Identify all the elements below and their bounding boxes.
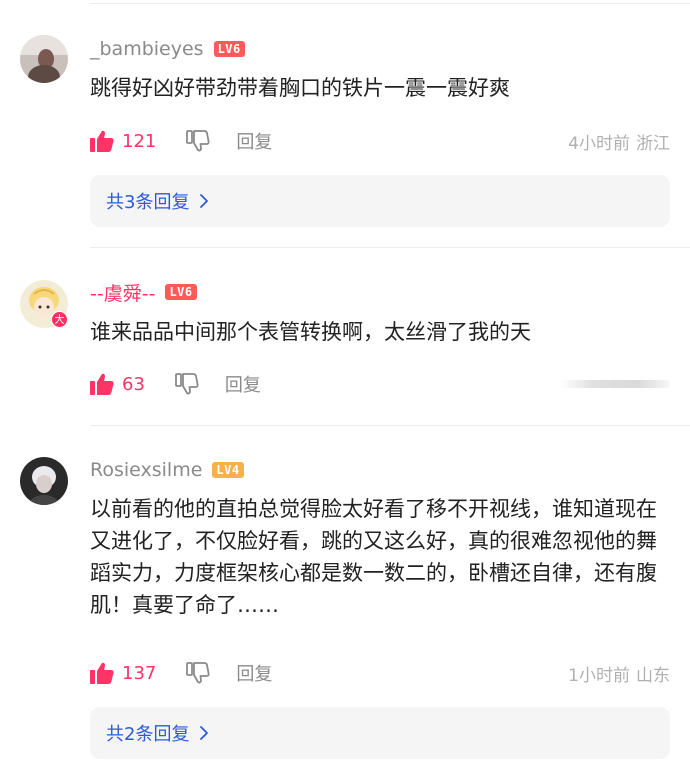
blurred-meta [560,380,670,388]
replies-count-label: 共2条回复 [106,724,190,745]
timestamp: 4小时前 [568,133,630,154]
chevron-right-icon [199,193,209,209]
thumbs-down-icon[interactable] [175,373,199,395]
thumbs-up-icon[interactable] [90,373,114,395]
thumbs-up-icon[interactable] [90,662,114,684]
username[interactable]: _bambieyes [90,38,204,60]
username[interactable]: Rosiexsilme [90,459,202,481]
location: 山东 [636,665,670,686]
level-badge: LV6 [165,284,197,300]
comment-meta: 4小时前 浙江 [568,129,670,154]
divider [90,3,690,4]
timestamp: 1小时前 [568,665,630,686]
action-row: 121 回复 4小时前 浙江 [90,126,670,156]
reply-button[interactable]: 回复 [225,371,261,397]
comment-meta: 1小时前 山东 [568,661,670,686]
level-badge: LV6 [213,41,245,57]
divider [90,425,690,426]
comment-list: _bambieyes LV6 跳得好凶好带劲带着胸口的铁片一震一震好爽 121 [0,0,690,771]
user-row: _bambieyes LV6 [90,36,245,62]
reply-button[interactable]: 回复 [236,128,272,154]
view-replies-button[interactable]: 共3条回复 [90,175,670,227]
user-row: --虞舜-- LV6 [90,279,197,305]
like-count: 121 [122,130,157,152]
user-row: Rosiexsilme LV4 [90,457,244,483]
like-button[interactable]: 121 [90,130,156,152]
username[interactable]: --虞舜-- [90,279,155,306]
like-button[interactable]: 63 [90,373,145,395]
avatar-badge: 大 [51,311,68,328]
avatar[interactable] [20,35,68,83]
action-row: 63 回复 [90,369,670,399]
location: 浙江 [636,133,670,154]
thumbs-up-icon[interactable] [90,130,114,152]
avatar[interactable] [20,457,68,505]
chevron-right-icon [199,725,209,741]
thumbs-down-icon[interactable] [186,130,210,152]
level-badge: LV4 [212,462,244,478]
reply-button[interactable]: 回复 [236,660,272,686]
replies-count-label: 共3条回复 [106,192,190,213]
comment-text: 以前看的他的直拍总觉得脸太好看了移不开视线，谁知道现在又进化了，不仅脸好看，跳的… [90,497,657,617]
like-count: 137 [122,662,157,684]
view-replies-button[interactable]: 共2条回复 [90,707,670,759]
like-button[interactable]: 137 [90,662,156,684]
action-row: 137 回复 1小时前 山东 [90,658,670,688]
comment-text: 谁来品品中间那个表管转换啊，太丝滑了我的天 [90,320,531,344]
like-count: 63 [122,373,145,395]
divider [90,247,690,248]
comment-text: 跳得好凶好带劲带着胸口的铁片一震一震好爽 [90,76,510,100]
thumbs-down-icon[interactable] [186,662,210,684]
